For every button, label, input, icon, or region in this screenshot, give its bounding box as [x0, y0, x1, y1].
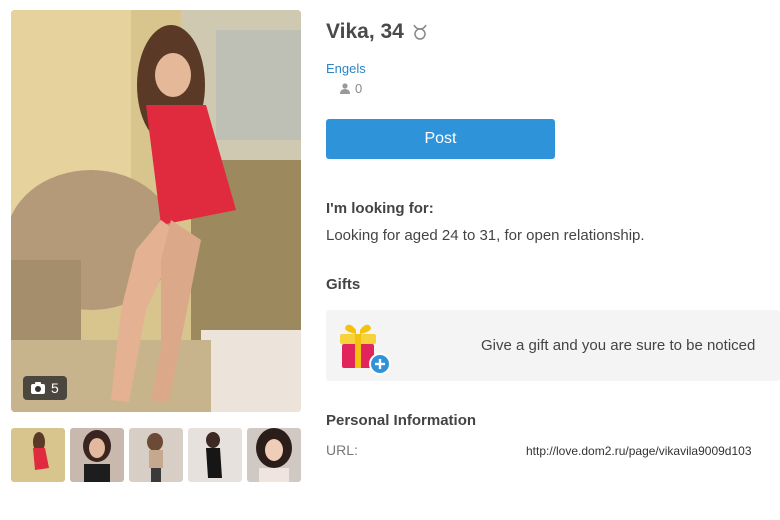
post-button[interactable]: Post	[326, 119, 555, 159]
photo-thumbnail[interactable]	[11, 428, 65, 482]
city-link[interactable]: Engels	[326, 61, 366, 76]
photo-thumbnail[interactable]	[247, 428, 301, 482]
camera-icon	[31, 382, 45, 394]
gift-prompt: Give a gift and you are sure to be notic…	[481, 337, 756, 354]
gifts-heading: Gifts	[326, 276, 361, 293]
friends-count-value: 0	[355, 81, 363, 96]
photo-count-badge[interactable]: 5	[23, 376, 67, 400]
looking-for-text: Looking for aged 24 to 31, for open rela…	[326, 227, 645, 244]
person-icon	[340, 83, 350, 94]
looking-for-heading: I'm looking for:	[326, 200, 434, 217]
photo-count: 5	[51, 380, 59, 396]
photo-image	[11, 10, 301, 412]
personal-info-heading: Personal Information	[326, 412, 477, 429]
main-profile-photo[interactable]: 5	[11, 10, 301, 412]
photo-thumbnail[interactable]	[188, 428, 242, 482]
friends-count[interactable]: 0	[340, 81, 362, 96]
url-label: URL:	[326, 442, 358, 458]
url-value[interactable]: http://love.dom2.ru/page/vikavila9009d10…	[526, 444, 752, 458]
profile-name-age: Vika, 34	[326, 20, 404, 43]
photo-thumbnail[interactable]	[70, 428, 124, 482]
photo-thumbnail[interactable]	[129, 428, 183, 482]
give-gift-banner[interactable]: Give a gift and you are sure to be notic…	[326, 310, 780, 381]
profile-header: Vika, 34	[326, 20, 428, 44]
taurus-icon	[413, 24, 427, 40]
photo-thumbnails	[11, 428, 301, 482]
gift-icon	[340, 324, 391, 375]
